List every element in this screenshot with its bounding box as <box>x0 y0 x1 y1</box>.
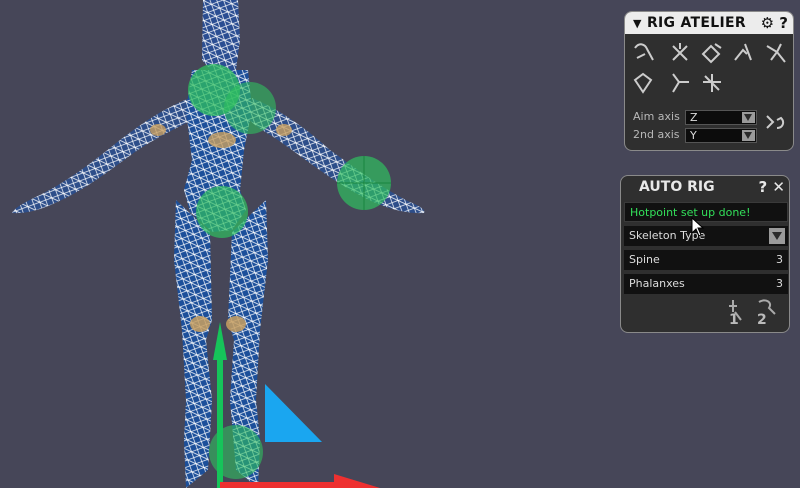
step-1-label: 1 <box>729 312 739 328</box>
rig-tool-7-icon[interactable] <box>667 70 693 96</box>
rig-tool-5-icon[interactable] <box>763 40 789 66</box>
auto-rig-steps: 1 2 <box>725 298 781 328</box>
z-axis-plane-handle[interactable] <box>265 384 322 442</box>
spine-field[interactable]: Spine 3 <box>624 250 788 270</box>
rig-tool-8-icon[interactable] <box>699 70 725 96</box>
aim-axis-value: Z <box>690 111 698 124</box>
rig-tool-3-icon[interactable] <box>699 40 725 66</box>
question-icon[interactable]: ? <box>758 178 767 196</box>
step-2-icon[interactable]: 2 <box>753 298 779 328</box>
rig-tool-2-icon[interactable] <box>667 40 693 66</box>
step-2-label: 2 <box>757 312 767 328</box>
auto-rig-title: AUTO RIG <box>639 179 715 195</box>
status-message: Hotpoint set up done! <box>624 202 788 222</box>
phalanxes-field[interactable]: Phalanxes 3 <box>624 274 788 294</box>
chevron-down-icon[interactable] <box>769 228 785 244</box>
second-axis-value: Y <box>690 129 697 142</box>
hotpoint-shoulder[interactable] <box>224 82 276 134</box>
question-icon[interactable]: ? <box>779 14 788 32</box>
x-axis-handle[interactable] <box>220 482 350 488</box>
mouse-cursor-icon <box>691 217 705 237</box>
aim-axis-label: Aim axis <box>633 110 680 123</box>
phalanxes-label: Phalanxes <box>629 277 685 290</box>
phalanxes-value[interactable]: 3 <box>776 274 783 294</box>
rig-atelier-title: RIG ATELIER <box>646 15 746 31</box>
rig-tool-6-icon[interactable] <box>631 70 657 96</box>
gear-icon[interactable]: ⚙ <box>761 14 774 32</box>
skeleton-type-dropdown[interactable]: Skeleton Type <box>624 226 788 246</box>
spine-label: Spine <box>629 253 660 266</box>
rig-tool-1-icon[interactable] <box>631 40 657 66</box>
rig-atelier-panel: ▼ RIG ATELIER ⚙ ? Aim axis Z 2nd axis Y <box>624 11 794 151</box>
hotpoint-hip[interactable] <box>196 186 248 238</box>
chevron-down-icon[interactable] <box>742 130 755 141</box>
y-axis-handle[interactable] <box>217 345 223 488</box>
chevron-down-icon[interactable] <box>742 112 755 123</box>
y-axis-arrow-icon[interactable] <box>213 322 227 360</box>
second-axis-label: 2nd axis <box>633 128 680 141</box>
close-icon[interactable]: ✕ <box>772 178 785 196</box>
rig-atelier-title-group: ▼ RIG ATELIER <box>633 12 746 35</box>
rig-atelier-header[interactable]: ▼ RIG ATELIER ⚙ ? <box>625 12 793 34</box>
rig-atelier-header-icons: ⚙ ? <box>761 12 788 34</box>
rig-tool-4-icon[interactable] <box>731 40 757 66</box>
aim-axis-select[interactable]: Z <box>685 110 757 125</box>
second-axis-select[interactable]: Y <box>685 128 757 143</box>
x-axis-arrow-icon[interactable] <box>334 474 380 488</box>
auto-rig-panel: AUTO RIG ? ✕ Hotpoint set up done! Skele… <box>620 175 790 333</box>
step-1-icon[interactable]: 1 <box>725 298 751 328</box>
spine-value[interactable]: 3 <box>776 250 783 270</box>
orient-icon[interactable] <box>763 110 789 136</box>
auto-rig-header[interactable]: AUTO RIG ? ✕ <box>621 176 789 198</box>
auto-rig-header-icons: ? ✕ <box>758 176 785 198</box>
triangle-down-icon[interactable]: ▼ <box>633 17 642 30</box>
